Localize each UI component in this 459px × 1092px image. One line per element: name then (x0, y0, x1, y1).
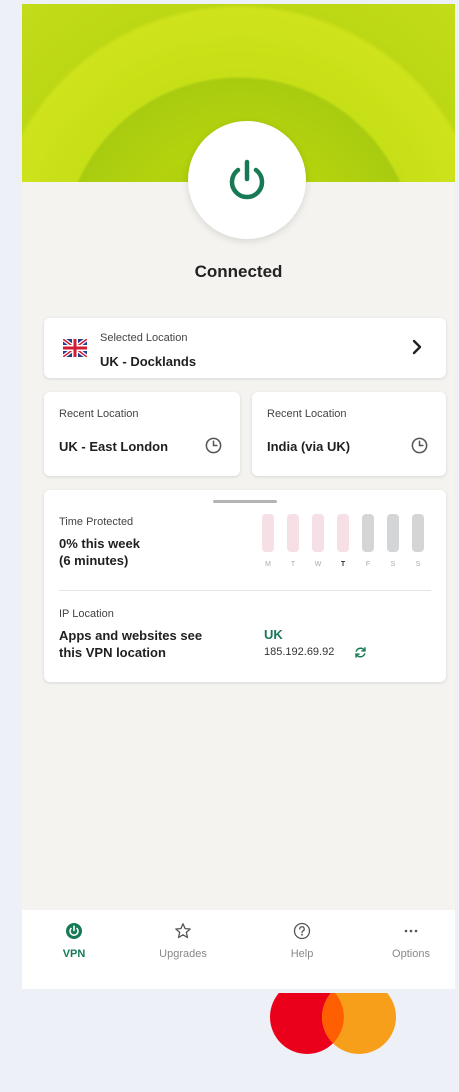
time-protected-value: 0% this week (6 minutes) (59, 535, 179, 569)
divider (59, 590, 431, 591)
stats-card: Time Protected 0% this week (6 minutes) … (44, 490, 446, 682)
power-icon (229, 159, 265, 200)
ip-address: 185.192.69.92 (264, 646, 335, 658)
time-protected-duration: (6 minutes) (59, 553, 129, 568)
nav-upgrades[interactable]: Upgrades (143, 922, 223, 960)
day-bar (262, 514, 274, 552)
time-protected-percent: 0% this week (59, 536, 140, 551)
day-label: S (415, 561, 421, 568)
selected-location-value: UK - Docklands (100, 354, 197, 369)
connect-power-button[interactable] (188, 121, 306, 239)
day-bar (387, 514, 399, 552)
nav-label: VPN (62, 948, 86, 960)
chevron-right-icon (412, 339, 422, 355)
ip-location-description: Apps and websites see this VPN location (59, 627, 239, 661)
day-bar (362, 514, 374, 552)
recent-location-label: Recent Location (59, 408, 139, 420)
uk-flag-icon (63, 339, 87, 357)
ip-desc-line2: this VPN location (59, 645, 166, 660)
drag-handle[interactable] (213, 500, 277, 503)
selected-location-label: Selected Location (100, 332, 188, 344)
help-icon (293, 922, 311, 940)
selected-location-card[interactable]: Selected Location UK - Docklands (44, 318, 446, 378)
ip-location-label: IP Location (59, 608, 114, 620)
bottom-nav: VPN Upgrades Help Options (22, 910, 455, 989)
day-label: W (314, 561, 322, 568)
refresh-icon[interactable] (354, 646, 367, 659)
recent-location-value: UK - East London (59, 439, 169, 454)
weekly-protection-bars: MTWTFSS (262, 514, 434, 570)
nav-label: Help (290, 948, 314, 960)
day-label: S (390, 561, 396, 568)
nav-options[interactable]: Options (371, 922, 451, 960)
nav-label: Upgrades (159, 948, 207, 960)
clock-icon (411, 437, 428, 454)
day-label: M (265, 561, 271, 568)
day-bar (287, 514, 299, 552)
day-label: T (290, 561, 296, 568)
nav-vpn[interactable]: VPN (34, 922, 114, 960)
vpn-app-screen: Connected Selected Location UK - Docklan… (22, 4, 455, 989)
recent-location-card-1[interactable]: Recent Location UK - East London (44, 392, 240, 476)
recent-location-label: Recent Location (267, 408, 347, 420)
nav-help[interactable]: Help (262, 922, 342, 960)
star-icon (175, 923, 191, 939)
nav-label: Options (392, 948, 430, 960)
connection-status: Connected (194, 262, 283, 281)
recent-location-card-2[interactable]: Recent Location India (via UK) (252, 392, 446, 476)
day-label: T (340, 561, 346, 568)
day-bar (312, 514, 324, 552)
day-bar (412, 514, 424, 552)
mastercard-logo (270, 993, 396, 1054)
day-bar (337, 514, 349, 552)
recent-location-value: India (via UK) (267, 439, 351, 454)
day-label: F (365, 561, 371, 568)
ip-desc-line1: Apps and websites see (59, 628, 203, 643)
time-protected-label: Time Protected (59, 516, 134, 528)
power-icon (66, 923, 82, 939)
ip-country: UK (264, 627, 283, 642)
more-icon (404, 929, 418, 933)
clock-icon (205, 437, 222, 454)
